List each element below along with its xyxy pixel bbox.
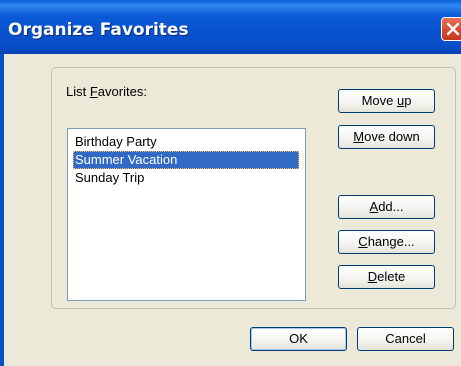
change-button[interactable]: Change... bbox=[338, 230, 435, 254]
list-favorites-label: List Favorites: bbox=[66, 84, 147, 99]
title-bar[interactable]: Organize Favorites bbox=[0, 0, 461, 54]
label-text-suffix: avorites: bbox=[97, 84, 147, 99]
label-text-prefix: List bbox=[66, 84, 90, 99]
move-down-text: ove down bbox=[364, 129, 420, 144]
add-mnemonic: A bbox=[369, 199, 379, 214]
list-item[interactable]: Sunday Trip bbox=[73, 169, 144, 187]
label-mnemonic: F bbox=[89, 84, 98, 99]
delete-button[interactable]: Delete bbox=[338, 265, 435, 289]
close-button[interactable] bbox=[441, 17, 461, 41]
close-icon bbox=[446, 22, 460, 36]
ok-button[interactable]: OK bbox=[250, 327, 347, 351]
move-up-text-a: Move bbox=[361, 93, 397, 108]
move-up-button[interactable]: Move up bbox=[338, 89, 435, 113]
list-item[interactable]: Birthday Party bbox=[73, 133, 157, 151]
move-down-button[interactable]: Move down bbox=[338, 125, 435, 149]
window-frame-edge bbox=[0, 54, 4, 366]
add-text: dd... bbox=[378, 199, 404, 214]
list-item-selected[interactable]: Summer Vacation bbox=[73, 151, 299, 169]
cancel-button[interactable]: Cancel bbox=[357, 327, 454, 351]
delete-text: elete bbox=[377, 269, 406, 284]
organize-favorites-dialog: Organize Favorites List Favorites: Birth… bbox=[0, 0, 461, 366]
favorites-listbox[interactable]: Birthday Party Summer Vacation Sunday Tr… bbox=[67, 128, 306, 301]
change-mnemonic: C bbox=[358, 234, 368, 249]
window-title: Organize Favorites bbox=[8, 20, 189, 40]
change-text: hange... bbox=[367, 234, 415, 249]
move-down-mnemonic: M bbox=[353, 129, 365, 144]
add-button[interactable]: Add... bbox=[338, 195, 435, 219]
delete-mnemonic: D bbox=[367, 269, 378, 284]
move-up-text-b: p bbox=[404, 93, 412, 108]
